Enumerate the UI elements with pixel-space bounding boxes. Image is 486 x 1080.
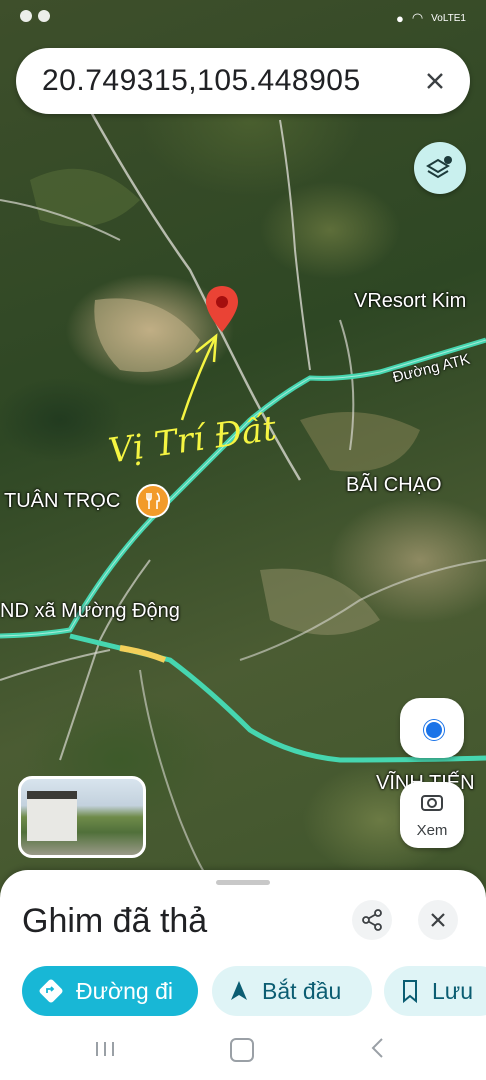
search-input[interactable]: 20.749315,105.448905: [42, 64, 361, 98]
notification-icon: [38, 10, 50, 22]
back-icon[interactable]: [368, 1036, 388, 1060]
close-icon[interactable]: [418, 64, 452, 98]
drag-handle[interactable]: [216, 880, 270, 885]
map-label-resort[interactable]: VResort Kim: [354, 290, 466, 313]
start-button[interactable]: Bắt đầu: [212, 966, 372, 1016]
status-bar: ● ◠ VoLTE1: [0, 0, 486, 40]
my-location-button[interactable]: [400, 698, 464, 758]
street-view-thumbnail[interactable]: [18, 776, 146, 858]
sheet-title: Ghim đã thả: [22, 902, 208, 940]
wifi-status-icon: ◠: [411, 10, 424, 25]
save-label: Lưu: [432, 977, 473, 1004]
map-label-commune[interactable]: ND xã Mường Động: [0, 600, 180, 623]
map-pin-icon[interactable]: [204, 284, 240, 334]
bookmark-icon: [403, 980, 417, 1004]
save-button[interactable]: Lưu: [384, 966, 486, 1016]
navigate-icon: [231, 981, 247, 1000]
share-button[interactable]: [352, 900, 392, 940]
layers-button[interactable]: [414, 142, 466, 194]
map-label-tuan-troc[interactable]: TUÂN TRỌC: [4, 490, 120, 513]
directions-icon: [39, 979, 63, 1003]
location-status-icon: ●: [395, 10, 404, 26]
directions-button[interactable]: Đường đi: [22, 966, 198, 1016]
restaurant-icon[interactable]: [136, 484, 170, 518]
xem-label: Xem: [416, 822, 448, 839]
layers-icon: [426, 156, 452, 179]
thumbnail-image: [27, 791, 77, 841]
camera-icon: [421, 795, 443, 811]
directions-label: Đường đi: [76, 977, 173, 1004]
start-label: Bắt đầu: [262, 977, 342, 1004]
recent-apps-icon[interactable]: [94, 1040, 116, 1058]
system-nav-bar: [0, 1018, 486, 1080]
share-icon: [362, 909, 382, 931]
my-location-icon: [424, 720, 444, 740]
notification-icon: [20, 10, 32, 22]
map-label-bai-chao[interactable]: BÃI CHẠO: [346, 474, 442, 497]
home-icon[interactable]: [230, 1038, 254, 1062]
close-button[interactable]: [418, 900, 458, 940]
xem-button[interactable]: Xem: [400, 782, 464, 848]
close-icon: [431, 913, 445, 927]
search-bar[interactable]: 20.749315,105.448905: [16, 48, 470, 114]
network-status: VoLTE1: [431, 12, 466, 24]
